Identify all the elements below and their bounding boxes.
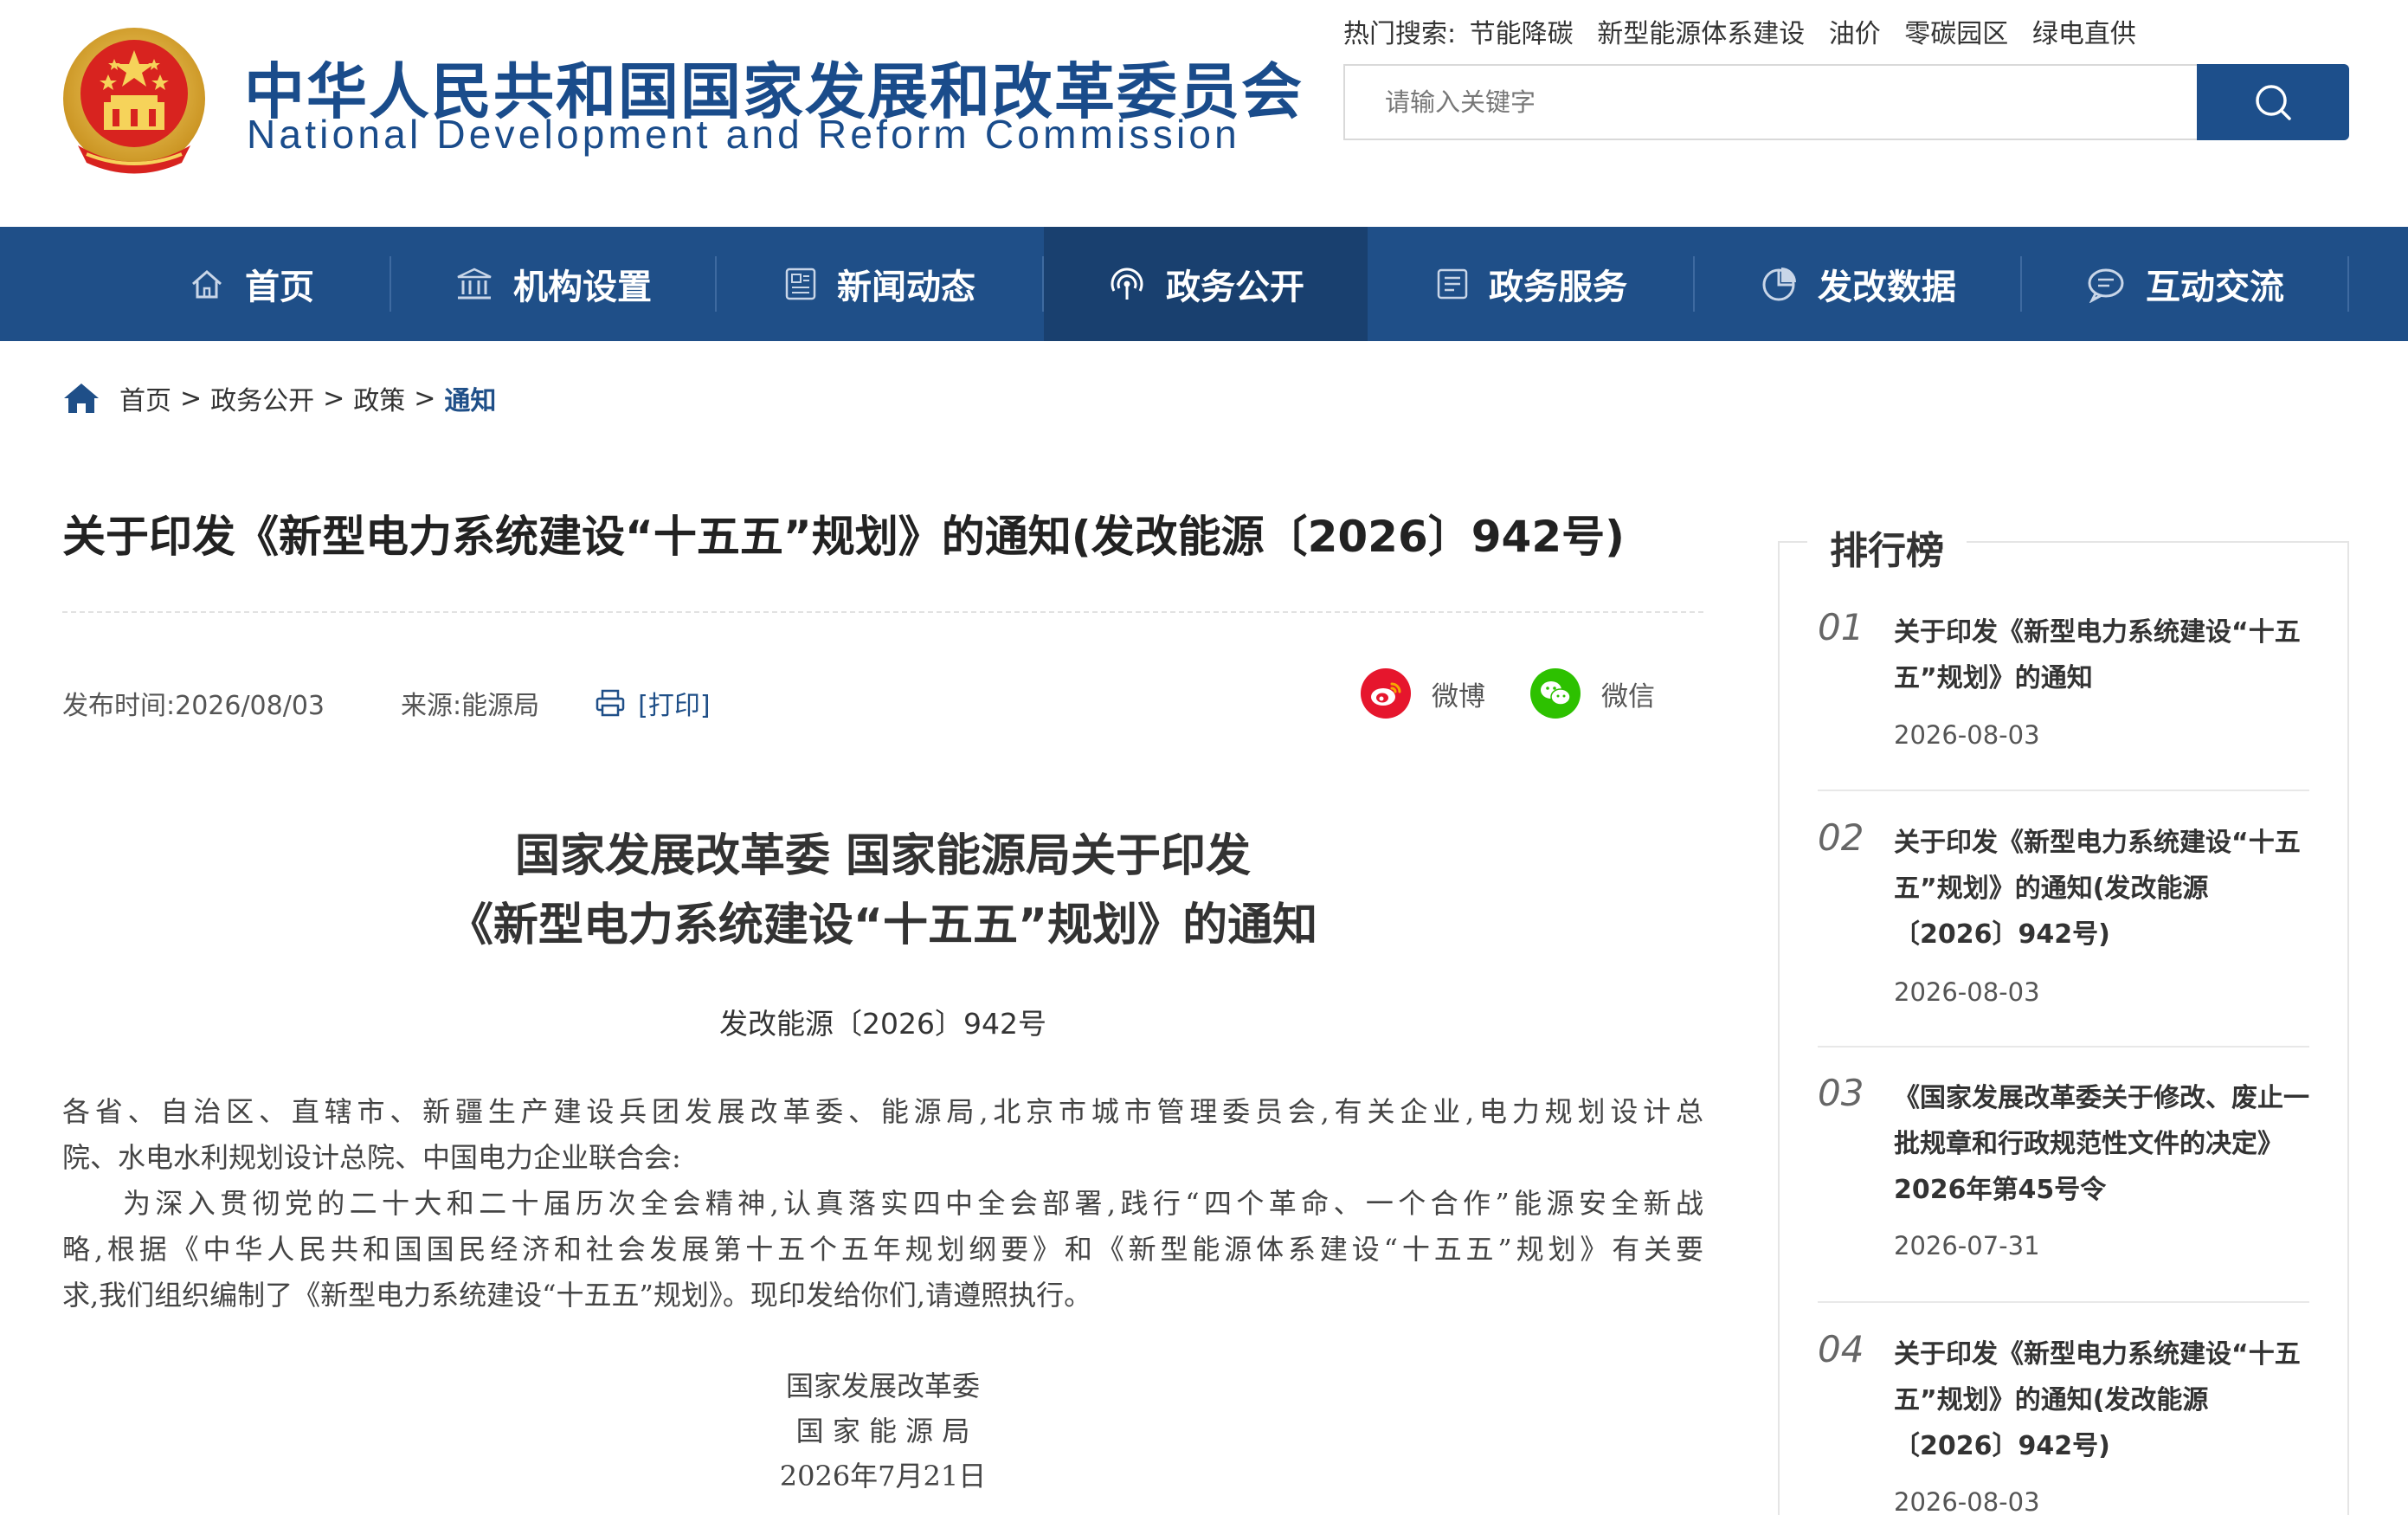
document-number: 发改能源〔2026〕942号: [719, 1007, 1046, 1041]
hot-search-item[interactable]: 节能降碳: [1470, 19, 1574, 49]
breadcrumb-separator: >: [323, 383, 345, 414]
search-button[interactable]: [2197, 64, 2349, 140]
nav-item-institution[interactable]: 机构设置: [391, 227, 715, 341]
search-icon: [2256, 85, 2291, 120]
share-wechat-label: 微信: [1601, 680, 1655, 712]
title-divider: [62, 611, 1703, 613]
body-paragraph-line: 院、水电水利规划设计总院、中国电力企业联合会:: [62, 1141, 681, 1174]
signature-org: 国 家 能 源 局: [795, 1415, 970, 1447]
publish-time: 发布时间:2026/08/03: [62, 691, 325, 721]
breadcrumb-current[interactable]: 通知: [444, 379, 496, 417]
nav-item-interaction[interactable]: 互动交流: [2022, 227, 2347, 341]
article-source: 来源:能源局: [401, 691, 540, 721]
document-title-line1: 国家发展改革委 国家能源局关于印发: [514, 830, 1252, 882]
nav-item-gov-service[interactable]: 政务服务: [1369, 227, 1693, 341]
ranking-number: 04: [1818, 1328, 1864, 1370]
search-box: [1343, 64, 2197, 140]
signature-date: 2026年7月21日: [779, 1460, 987, 1492]
broadcast-icon: [1107, 265, 1147, 303]
ranking-number: 01: [1818, 606, 1864, 648]
service-icon: [1435, 265, 1470, 303]
article-meta: 发布时间:2026/08/03 来源:能源局 [打印]: [62, 684, 711, 722]
ranking-number: 02: [1818, 816, 1864, 859]
body-paragraph-line: 求,我们组织编制了《新型电力系统建设“十五五”规划》。现印发给你们,请遵照执行。: [62, 1279, 1092, 1312]
share-weibo[interactable]: 微博: [1361, 668, 1485, 719]
nav-item-gov-affairs[interactable]: 政务公开: [1044, 227, 1368, 341]
hot-search-item[interactable]: 油价: [1829, 19, 1881, 49]
home-icon[interactable]: [62, 381, 100, 416]
printer-icon: [595, 688, 626, 718]
pie-chart-icon: [1759, 265, 1799, 303]
ranking-date: 2026-08-03: [1894, 720, 2040, 750]
search-input[interactable]: [1345, 66, 2197, 139]
print-label: [打印]: [638, 691, 711, 721]
nav-item-home[interactable]: 首页: [113, 227, 390, 341]
ranking-date: 2026-08-03: [1894, 977, 2040, 1007]
news-icon: [783, 265, 818, 303]
hot-search-label: 热门搜索:: [1343, 19, 1457, 49]
ranking-title: 排行榜: [1807, 519, 1967, 575]
nav-item-label: 政务服务: [1489, 268, 1627, 307]
ranking-link[interactable]: 关于印发《新型电力系统建设“十五五”规划》的通知(发改能源〔2026〕942号): [1894, 820, 2309, 957]
ranking-link[interactable]: 《国家发展改革委关于修改、废止一批规章和行政规范性文件的决定》 2026年第45…: [1894, 1075, 2309, 1213]
ranking-number: 03: [1818, 1072, 1864, 1114]
home-icon: [188, 265, 226, 303]
ranking-link[interactable]: 关于印发《新型电力系统建设“十五五”规划》的通知(发改能源〔2026〕942号): [1894, 1331, 2309, 1469]
ranking-link[interactable]: 关于印发《新型电力系统建设“十五五”规划》的通知: [1894, 609, 2309, 701]
document-title-line2: 《新型电力系统建设“十五五”规划》的通知: [447, 899, 1318, 951]
print-button[interactable]: [打印]: [595, 684, 711, 722]
site-title-en[interactable]: National Development and Reform Commissi…: [247, 111, 1240, 158]
nav-item-news[interactable]: 新闻动态: [717, 227, 1042, 341]
nav-item-label: 机构设置: [513, 268, 652, 307]
hot-search-item[interactable]: 绿电直供: [2032, 19, 2136, 49]
hot-search-item[interactable]: 零碳园区: [1904, 19, 2008, 49]
breadcrumb-item[interactable]: 政务公开: [210, 379, 314, 417]
body-paragraph-line: 各省、自治区、直辖市、新疆生产建设兵团发展改革委、能源局,北京市城市管理委员会,…: [62, 1095, 1703, 1128]
nav-item-ndrc-data[interactable]: 发改数据: [1695, 227, 2020, 341]
hot-search-item[interactable]: 新型能源体系建设: [1597, 19, 1805, 49]
site-header: 中华人民共和国国家发展和改革委员会 National Development a…: [0, 0, 2408, 227]
ranking-date: 2026-07-31: [1894, 1231, 2040, 1260]
ranking-date: 2026-08-03: [1894, 1487, 2040, 1515]
nav-item-label: 发改数据: [1818, 268, 1956, 307]
chat-icon: [2085, 265, 2127, 303]
national-emblem-logo[interactable]: [61, 24, 208, 178]
weibo-icon: [1361, 668, 1411, 719]
breadcrumb-item[interactable]: 首页: [119, 379, 171, 417]
share-wechat[interactable]: 微信: [1530, 668, 1655, 719]
nav-divider: [2347, 256, 2349, 312]
ranking-divider: [1818, 790, 2309, 791]
ranking-divider: [1818, 1301, 2309, 1303]
nav-item-label: 政务公开: [1166, 268, 1304, 307]
main-nav: 首页 机构设置 新闻动态 政务公开 政务服务 发改数据 互动交流: [0, 227, 2408, 341]
breadcrumb-item[interactable]: 政策: [353, 379, 405, 417]
breadcrumb: 首页 > 政务公开 > 政策 > 通知: [62, 379, 496, 417]
nav-item-label: 首页: [245, 268, 314, 307]
signature-org: 国家发展改革委: [785, 1370, 980, 1402]
institution-icon: [454, 265, 494, 303]
ranking-divider: [1818, 1046, 2309, 1048]
article-title: 关于印发《新型电力系统建设“十五五”规划》的通知(发改能源〔2026〕942号): [62, 512, 1625, 562]
nav-item-label: 互动交流: [2146, 268, 2284, 307]
body-paragraph-line: 为深入贯彻党的二十大和二十届历次全会精神,认真落实四中全会部署,践行“四个革命、…: [123, 1187, 1703, 1220]
hot-search: 热门搜索: 节能降碳 新型能源体系建设 油价 零碳园区 绿电直供: [1343, 12, 2152, 50]
breadcrumb-separator: >: [180, 383, 203, 414]
breadcrumb-separator: >: [414, 383, 436, 414]
nav-item-label: 新闻动态: [837, 268, 975, 307]
wechat-icon: [1530, 668, 1581, 719]
body-paragraph-line: 略,根据《中华人民共和国国民经济和社会发展第十五个五年规划纲要》和《新型能源体系…: [62, 1233, 1703, 1266]
share-weibo-label: 微博: [1432, 680, 1485, 712]
